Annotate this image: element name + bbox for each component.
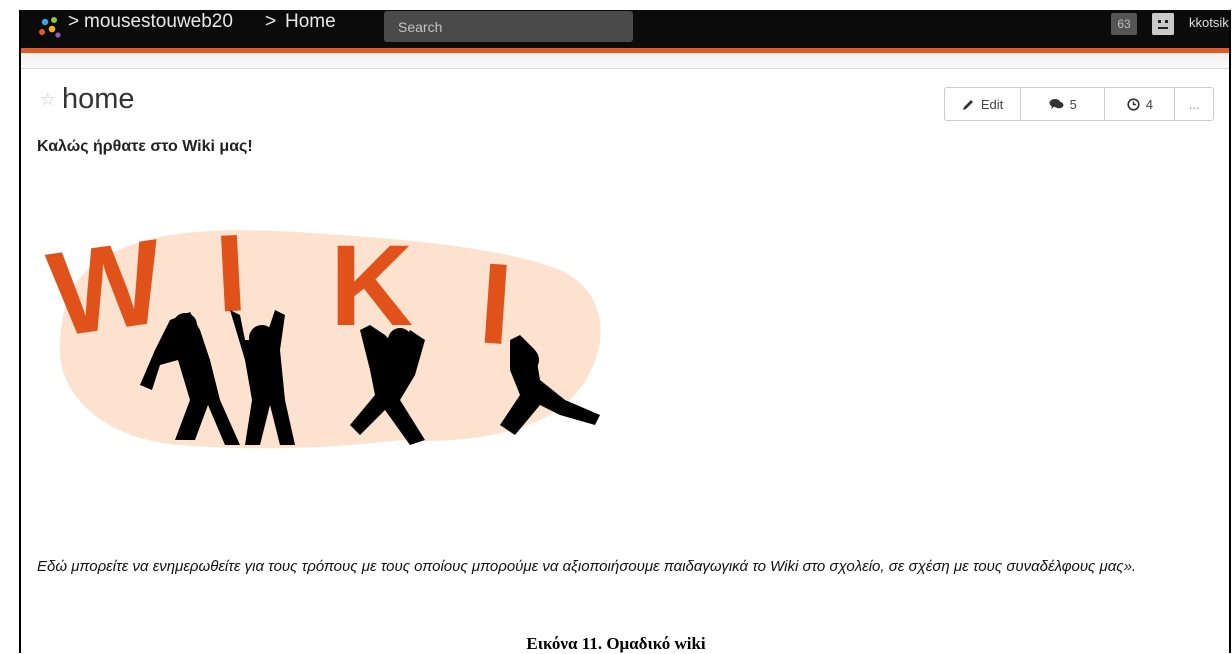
search-input[interactable] xyxy=(384,11,633,42)
comments-count: 5 xyxy=(1069,96,1077,112)
comments-button[interactable]: 5 xyxy=(1021,88,1106,120)
document-frame-left xyxy=(19,10,21,653)
document-frame-right xyxy=(1229,10,1231,653)
notification-count-badge[interactable]: 63 xyxy=(1111,13,1137,35)
wiki-letter-w: W xyxy=(41,214,173,363)
topbar-subheader xyxy=(21,53,1229,69)
wikispaces-logo-icon[interactable] xyxy=(37,16,63,40)
more-actions-button[interactable]: ... xyxy=(1175,88,1213,120)
user-avatar[interactable] xyxy=(1152,13,1174,35)
more-actions-label: ... xyxy=(1188,96,1200,112)
star-icon[interactable]: ☆ xyxy=(40,90,55,110)
comments-icon xyxy=(1049,99,1064,109)
page-actions-toolbar: Edit 5 4 ... xyxy=(944,87,1214,121)
history-count: 4 xyxy=(1145,96,1153,112)
clock-icon xyxy=(1127,97,1140,111)
page-description: Εδώ μπορείτε να ενημερωθείτε για τους τρ… xyxy=(37,558,1137,575)
pencil-icon xyxy=(962,99,973,110)
page-title: home xyxy=(62,83,135,115)
breadcrumb-separator: > xyxy=(265,11,277,32)
breadcrumb-site-link[interactable]: mousestouweb20 xyxy=(84,11,233,33)
wiki-illustration: W I K I xyxy=(41,211,601,449)
edit-button[interactable]: Edit xyxy=(945,88,1022,120)
welcome-heading: Καλώς ήρθατε στο Wiki μας! xyxy=(37,138,253,155)
breadcrumb-page-link[interactable]: Home xyxy=(285,11,336,33)
figure-caption: Εικόνα 11. Ομαδικό wiki xyxy=(526,634,706,653)
edit-button-label: Edit xyxy=(980,96,1004,112)
history-button[interactable]: 4 xyxy=(1105,88,1176,120)
wiki-letter-i1: I xyxy=(212,211,249,335)
username-link[interactable]: kkotsikou xyxy=(1189,15,1229,30)
breadcrumb-separator: > xyxy=(68,11,80,32)
